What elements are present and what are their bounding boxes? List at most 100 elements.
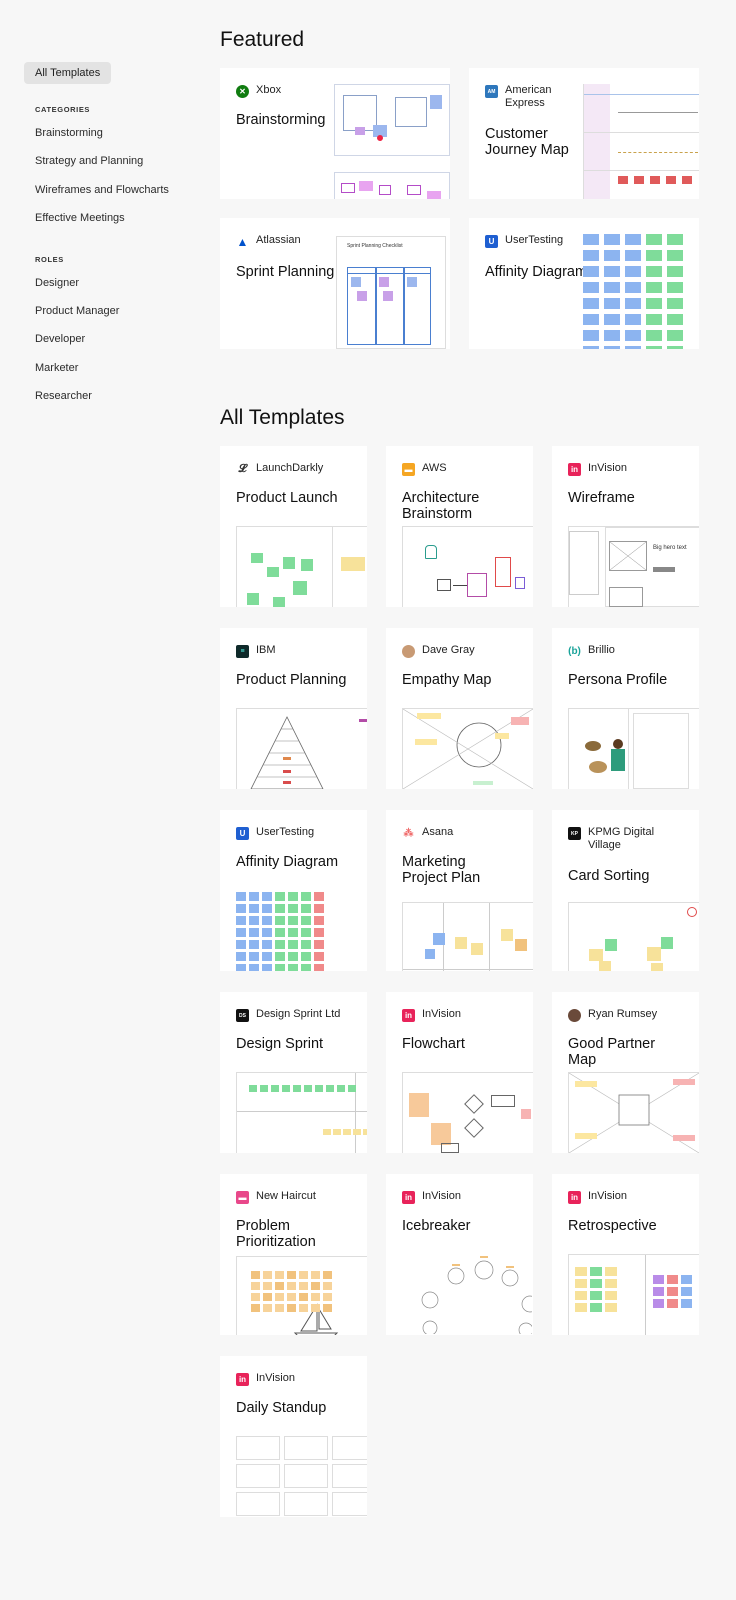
featured-card-sprint-planning[interactable]: ▲ Atlassian Sprint Planning Sprint Plann… bbox=[220, 218, 450, 349]
sticky-note bbox=[249, 916, 259, 925]
sticky-note bbox=[301, 940, 311, 949]
brillio-logo-icon: (b) bbox=[568, 646, 581, 657]
sticky-note bbox=[236, 940, 246, 949]
template-card-icebreaker[interactable]: in InVision Icebreaker bbox=[386, 1174, 533, 1335]
sticky-note bbox=[288, 940, 298, 949]
sticky-note bbox=[337, 1085, 345, 1092]
sticky-note bbox=[323, 1293, 332, 1301]
template-card-daily-standup[interactable]: in InVision Daily Standup bbox=[220, 1356, 367, 1517]
sidebar-item-researcher[interactable]: Researcher bbox=[35, 382, 204, 410]
card-title: Daily Standup bbox=[236, 1400, 327, 1416]
sticky-note bbox=[236, 1436, 280, 1460]
card-preview bbox=[236, 1072, 367, 1153]
brand-name: UserTesting bbox=[256, 826, 315, 838]
sticky-note bbox=[605, 1267, 617, 1276]
template-card-architecture-brainstorm[interactable]: ▬ AWS Architecture Brainstorm bbox=[386, 446, 533, 607]
sticky-note bbox=[604, 298, 620, 309]
template-card-wireframe[interactable]: in InVision Wireframe Big hero text bbox=[552, 446, 699, 607]
template-card-affinity-diagram[interactable]: U UserTesting Affinity Diagram bbox=[220, 810, 367, 971]
sticky-note bbox=[323, 1304, 332, 1312]
sticky-note bbox=[667, 1287, 678, 1296]
template-card-product-launch[interactable]: 𝓛 LaunchDarkly Product Launch bbox=[220, 446, 367, 607]
sidebar-item-product-manager[interactable]: Product Manager bbox=[35, 297, 204, 325]
sticky-note bbox=[288, 916, 298, 925]
faces-sketch bbox=[421, 1256, 532, 1334]
all-templates-button[interactable]: All Templates bbox=[24, 62, 112, 84]
card-brand: in InVision bbox=[568, 1190, 627, 1204]
sticky-note bbox=[288, 904, 298, 913]
preview-caption: Sprint Planning Checklist bbox=[347, 243, 403, 249]
card-preview bbox=[236, 708, 367, 789]
sidebar-item-designer[interactable]: Designer bbox=[35, 269, 204, 297]
sticky-note bbox=[249, 892, 259, 901]
card-preview bbox=[236, 526, 367, 607]
template-card-product-planning[interactable]: ≡ IBM Product Planning bbox=[220, 628, 367, 789]
sticky-note bbox=[249, 940, 259, 949]
xbox-logo-icon: ✕ bbox=[236, 85, 249, 98]
sticky-note bbox=[249, 904, 259, 913]
sticky-note bbox=[282, 1085, 290, 1092]
card-brand: DS Design Sprint Ltd bbox=[236, 1008, 340, 1022]
sticky-note bbox=[275, 1271, 284, 1279]
featured-card-brainstorming[interactable]: ✕ Xbox Brainstorming bbox=[220, 68, 450, 199]
categories-list: Brainstorming Strategy and Planning Wire… bbox=[24, 119, 204, 233]
sticky-note bbox=[236, 1492, 280, 1516]
design-sprint-logo-icon: DS bbox=[236, 1009, 249, 1022]
sidebar-item-effective-meetings[interactable]: Effective Meetings bbox=[35, 204, 204, 232]
brand-name: InVision bbox=[588, 462, 627, 474]
template-card-problem-prioritization[interactable]: ▬ New Haircut Problem Prioritization bbox=[220, 1174, 367, 1335]
sticky-note bbox=[275, 1282, 284, 1290]
sticky-note bbox=[293, 1085, 301, 1092]
sticky-note bbox=[249, 952, 259, 961]
sticky-note bbox=[667, 1299, 678, 1308]
empathy-diagram bbox=[403, 709, 533, 789]
sticky-note bbox=[263, 1304, 272, 1312]
sticky-note bbox=[299, 1282, 308, 1290]
card-title: Affinity Diagram bbox=[236, 854, 339, 870]
sticky-note bbox=[249, 964, 259, 971]
sidebar-item-wireframes-flowcharts[interactable]: Wireframes and Flowcharts bbox=[35, 176, 204, 204]
template-card-retrospective[interactable]: in InVision Retrospective bbox=[552, 1174, 699, 1335]
featured-card-affinity-diagram[interactable]: U UserTesting Affinity Diagram bbox=[469, 218, 699, 349]
card-brand: ⁂ Asana bbox=[402, 826, 454, 840]
card-title: Card Sorting bbox=[568, 868, 650, 884]
sidebar-item-brainstorming[interactable]: Brainstorming bbox=[35, 119, 204, 147]
template-card-good-partner-map[interactable]: Ryan Rumsey Good Partner Map bbox=[552, 992, 699, 1153]
sidebar-item-marketer[interactable]: Marketer bbox=[35, 354, 204, 382]
template-card-marketing-project-plan[interactable]: ⁂ Asana Marketing Project Plan bbox=[386, 810, 533, 971]
all-templates-heading: All Templates bbox=[220, 406, 345, 429]
template-card-design-sprint[interactable]: DS Design Sprint Ltd Design Sprint bbox=[220, 992, 367, 1153]
sticky-note bbox=[353, 1129, 361, 1135]
template-card-card-sorting[interactable]: KP KPMG Digital Village Card Sorting bbox=[552, 810, 699, 971]
sticky-note bbox=[311, 1304, 320, 1312]
card-title: Product Launch bbox=[236, 490, 338, 506]
sticky-note bbox=[332, 1492, 367, 1516]
card-preview bbox=[568, 1072, 699, 1153]
sticky-note bbox=[284, 1436, 328, 1460]
sticky-note bbox=[646, 346, 662, 349]
card-preview bbox=[568, 1254, 699, 1335]
sticky-note bbox=[625, 330, 641, 341]
sticky-note bbox=[251, 1271, 260, 1279]
new-haircut-logo-icon: ▬ bbox=[236, 1191, 249, 1204]
sticky-note bbox=[605, 1279, 617, 1288]
template-card-persona-profile[interactable]: (b) Brillio Persona Profile bbox=[552, 628, 699, 789]
featured-card-customer-journey-map[interactable]: AM American Express Customer Journey Map bbox=[469, 68, 699, 199]
sidebar-item-strategy-planning[interactable]: Strategy and Planning bbox=[35, 147, 204, 175]
sticky-note bbox=[288, 964, 298, 971]
sticky-note bbox=[314, 952, 324, 961]
usertesting-logo-icon: U bbox=[236, 827, 249, 840]
sticky-note bbox=[323, 1129, 331, 1135]
template-card-flowchart[interactable]: in InVision Flowchart bbox=[386, 992, 533, 1153]
template-card-empathy-map[interactable]: Dave Gray Empathy Map bbox=[386, 628, 533, 789]
sidebar-item-developer[interactable]: Developer bbox=[35, 325, 204, 353]
ryan-rumsey-avatar-icon bbox=[568, 1009, 581, 1022]
partner-map-diagram bbox=[569, 1073, 699, 1153]
brand-name: IBM bbox=[256, 644, 276, 656]
sticky-note bbox=[583, 234, 599, 245]
sticky-note bbox=[271, 1085, 279, 1092]
pyramid-diagram bbox=[250, 716, 367, 789]
card-preview bbox=[334, 84, 450, 156]
card-preview: Sprint Planning Checklist bbox=[336, 236, 446, 349]
card-title: Affinity Diagram bbox=[485, 264, 588, 280]
